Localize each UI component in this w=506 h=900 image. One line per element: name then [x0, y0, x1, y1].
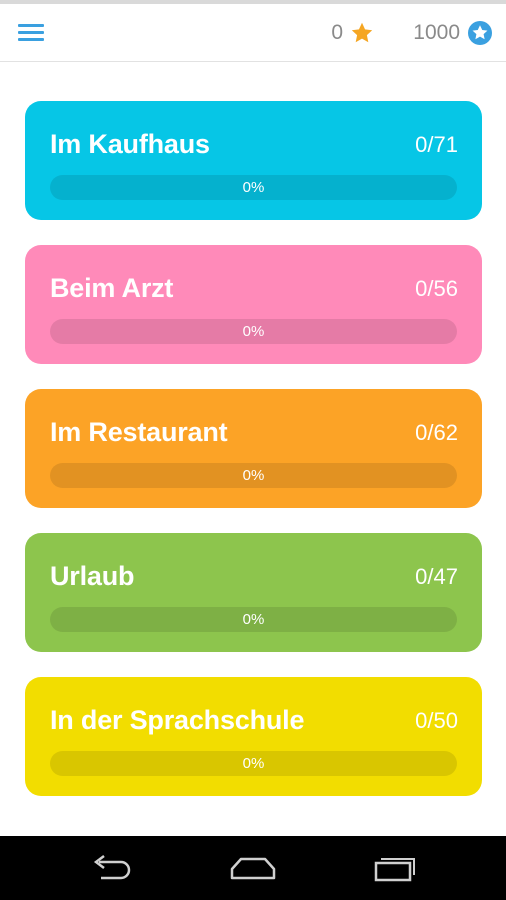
- recent-apps-icon: [374, 858, 415, 882]
- category-count: 0/47: [415, 564, 458, 589]
- category-count: 0/71: [415, 132, 458, 157]
- progress-label: 0%: [242, 755, 265, 772]
- category-title: In der Sprachschule: [50, 705, 305, 735]
- stars-value: 0: [331, 21, 343, 44]
- menu-line: [18, 38, 44, 41]
- progress-label: 0%: [242, 323, 265, 340]
- points-value: 1000: [413, 21, 460, 44]
- star-icon: [351, 22, 373, 43]
- menu-line: [18, 31, 44, 34]
- category-count: 0/50: [415, 708, 458, 733]
- progress-label: 0%: [242, 467, 265, 484]
- points-counter: 1000: [413, 20, 493, 46]
- category-card[interactable]: Im Restaurant 0/62 0%: [25, 389, 482, 508]
- app-bar: 0 1000: [0, 4, 506, 62]
- category-card[interactable]: In der Sprachschule 0/50 0%: [25, 677, 482, 796]
- stars-counter: 0: [331, 20, 374, 46]
- category-card[interactable]: Urlaub 0/47 0%: [25, 533, 482, 652]
- progress-label: 0%: [242, 611, 265, 628]
- back-button[interactable]: [81, 846, 141, 890]
- category-card[interactable]: Im Kaufhaus 0/71 0%: [25, 101, 482, 220]
- recent-apps-button[interactable]: [365, 846, 425, 890]
- category-title: Beim Arzt: [50, 273, 174, 303]
- menu-line: [18, 24, 44, 27]
- star-coin-icon: [468, 21, 492, 45]
- category-title: Im Restaurant: [50, 417, 228, 447]
- home-icon: [230, 857, 276, 880]
- category-count: 0/56: [415, 276, 458, 301]
- progress-bar: 0%: [50, 751, 457, 776]
- progress-bar: 0%: [50, 175, 457, 200]
- progress-bar: 0%: [50, 463, 457, 488]
- progress-bar: 0%: [50, 319, 457, 344]
- category-card[interactable]: Beim Arzt 0/56 0%: [25, 245, 482, 364]
- system-nav-bar: [0, 836, 506, 900]
- category-list: Im Kaufhaus 0/71 0% Beim Arzt 0/56 0% Im…: [25, 101, 482, 821]
- back-icon: [93, 855, 131, 880]
- progress-label: 0%: [242, 179, 265, 196]
- progress-bar: 0%: [50, 607, 457, 632]
- category-title: Urlaub: [50, 561, 135, 591]
- home-button[interactable]: [223, 846, 283, 890]
- category-count: 0/62: [415, 420, 458, 445]
- hamburger-menu-icon[interactable]: [14, 18, 48, 48]
- category-title: Im Kaufhaus: [50, 129, 210, 159]
